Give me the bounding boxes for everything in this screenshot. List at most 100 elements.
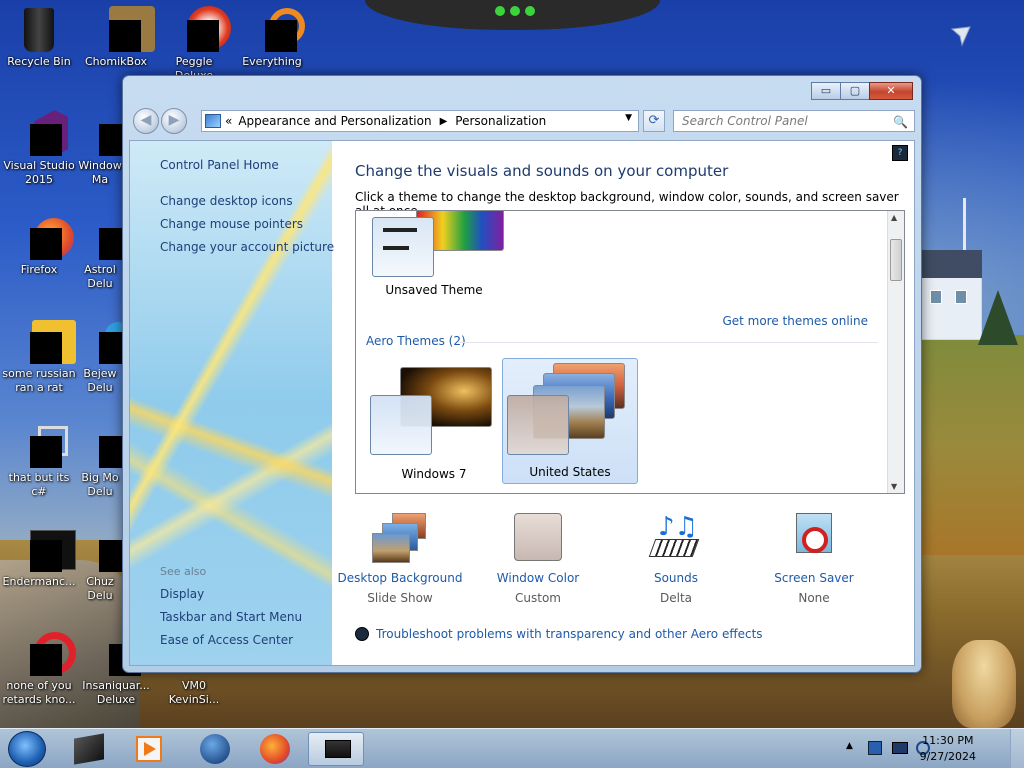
- copy-icon: [16, 422, 68, 468]
- wallpaper-window: [930, 290, 942, 304]
- desktop-background-icon: [370, 513, 430, 565]
- help-icon[interactable]: ?: [892, 145, 908, 161]
- taskbar-start-menu-link[interactable]: Taskbar and Start Menu: [160, 610, 302, 624]
- desktop-icon-firefox[interactable]: Firefox: [0, 214, 78, 277]
- desktop-icon-none-of-you[interactable]: none of you retards kno...: [0, 630, 78, 707]
- page-title: Change the visuals and sounds on your co…: [355, 162, 729, 180]
- window-color-icon: [508, 513, 568, 565]
- monitor-icon[interactable]: [892, 742, 908, 754]
- desktop-icon-some-russian[interactable]: some russian ran a rat: [0, 318, 78, 395]
- search-input[interactable]: Search Control Panel 🔍: [673, 110, 915, 132]
- after-effects-icon: [16, 318, 76, 364]
- unsaved-theme-window: [372, 217, 434, 277]
- status-dot: [525, 6, 535, 16]
- breadcrumb-separator-icon[interactable]: ▶: [440, 116, 448, 127]
- change-account-picture-link[interactable]: Change your account picture: [160, 240, 334, 254]
- wallpaper-hill: [920, 335, 1024, 555]
- opera-icon: [16, 630, 76, 676]
- network-icon[interactable]: [868, 741, 882, 755]
- start-button[interactable]: [8, 731, 46, 767]
- desktop-background-link[interactable]: Desktop Background: [330, 571, 470, 585]
- get-more-themes-link[interactable]: Get more themes online: [722, 314, 868, 328]
- maximize-button[interactable]: ▢: [840, 82, 870, 100]
- clock[interactable]: 11:30 PM 9/27/2024: [920, 733, 976, 765]
- window-color-link[interactable]: Window Color: [468, 571, 608, 585]
- search-placeholder: Search Control Panel: [682, 114, 808, 128]
- search-icon[interactable]: 🔍: [893, 112, 908, 132]
- scroll-thumb[interactable]: [890, 239, 902, 281]
- address-dropdown-icon[interactable]: ▼: [625, 113, 632, 123]
- sounds-link[interactable]: Sounds: [606, 571, 746, 585]
- status-dot: [510, 6, 520, 16]
- refresh-button[interactable]: ⟳: [643, 110, 665, 132]
- desktop-icon-big-mo-deluxe[interactable]: Big Mo Delu: [70, 422, 131, 499]
- tray-expand-icon[interactable]: ▲: [846, 741, 853, 751]
- change-desktop-icons-link[interactable]: Change desktop icons: [160, 194, 293, 208]
- desktop-icon-label: Astrol Delu: [84, 263, 116, 290]
- desktop-background-value: Slide Show: [367, 591, 433, 605]
- minimize-button[interactable]: ▭: [811, 82, 841, 100]
- windows7-color-thumb: [370, 395, 432, 455]
- taskbar-firefox[interactable]: [246, 732, 302, 766]
- app-icon: [77, 526, 131, 572]
- window-color-item[interactable]: Window Color Custom: [468, 513, 608, 605]
- screen-saver-value: None: [798, 591, 830, 605]
- top-notch: [365, 0, 660, 30]
- desktop-icon-chomikbox[interactable]: ChomikBox: [77, 6, 155, 69]
- taskbar-app-cube[interactable]: [62, 732, 118, 766]
- show-desktop-button[interactable]: [1010, 729, 1024, 768]
- desktop-icon-label: none of you retards kno...: [2, 679, 76, 706]
- ease-of-access-link[interactable]: Ease of Access Center: [160, 633, 293, 647]
- breadcrumb-personalization[interactable]: Personalization: [455, 114, 546, 128]
- desktop-icon-label: Everything: [242, 55, 302, 68]
- change-mouse-pointers-link[interactable]: Change mouse pointers: [160, 217, 303, 231]
- scroll-down-icon[interactable]: ▼: [891, 482, 897, 491]
- breadcrumb-chevrons[interactable]: «: [225, 114, 232, 128]
- display-link[interactable]: Display: [160, 587, 204, 601]
- troubleshoot-link[interactable]: Troubleshoot problems with transparency …: [355, 627, 763, 641]
- desktop-icon-everything[interactable]: Everything: [233, 6, 311, 69]
- desktop-icon-peggle-deluxe[interactable]: Peggle Deluxe: [155, 6, 233, 83]
- status-dot: [495, 6, 505, 16]
- desktop-icon-astrol-deluxe[interactable]: Astrol Delu: [70, 214, 131, 291]
- troubleshoot-label[interactable]: Troubleshoot problems with transparency …: [376, 627, 763, 641]
- desktop-icon-recycle-bin[interactable]: Recycle Bin: [0, 6, 78, 69]
- paper-plane-icon: [950, 26, 971, 47]
- scroll-up-icon[interactable]: ▲: [891, 213, 897, 222]
- theme-unsaved[interactable]: Unsaved Theme: [366, 211, 504, 331]
- themes-list[interactable]: Unsaved Theme Get more themes online Aer…: [355, 210, 905, 494]
- desktop-icon-bejew-deluxe[interactable]: Bejew Delu: [70, 318, 131, 395]
- terminal-icon: [16, 526, 76, 572]
- control-panel-home-link[interactable]: Control Panel Home: [160, 158, 279, 172]
- theme-windows-7[interactable]: Windows 7: [366, 359, 502, 485]
- screen-saver-item[interactable]: Screen Saver None: [744, 513, 884, 605]
- desktop-icon-label: Visual Studio 2015: [3, 159, 75, 186]
- screen-saver-link[interactable]: Screen Saver: [744, 571, 884, 585]
- taskbar-media-player[interactable]: [120, 732, 176, 766]
- breadcrumb-appearance[interactable]: Appearance and Personalization: [238, 114, 431, 128]
- desktop-icon-visual-studio[interactable]: Visual Studio 2015: [0, 110, 78, 187]
- everything-icon: [249, 6, 305, 52]
- desktop-icon-chuz-deluxe[interactable]: Chuz Delu: [70, 526, 131, 603]
- desktop-icon-label: Endermanc...: [2, 575, 76, 588]
- taskbar-control-panel[interactable]: [308, 732, 364, 766]
- troubleshoot-icon: [355, 627, 369, 641]
- desktop-background-item[interactable]: Desktop Background Slide Show: [330, 513, 470, 605]
- address-bar[interactable]: « Appearance and Personalization ▶ Perso…: [201, 110, 639, 132]
- recycle-bin-icon: [16, 6, 62, 52]
- clock-time: 11:30 PM: [922, 734, 974, 747]
- close-button[interactable]: ✕: [869, 82, 913, 100]
- theme-united-states[interactable]: United States: [502, 358, 638, 484]
- us-color-thumb: [507, 395, 569, 455]
- sounds-icon: ♪♫: [646, 513, 706, 565]
- desktop-icon-window-ma[interactable]: Window Ma: [70, 110, 131, 187]
- taskbar-globe[interactable]: [186, 732, 242, 766]
- forward-button[interactable]: ▶: [161, 108, 187, 134]
- themes-scrollbar[interactable]: ▲ ▼: [887, 211, 904, 493]
- desktop-icon-that-but-csharp[interactable]: that but its c#: [0, 422, 78, 499]
- back-button[interactable]: ◀: [133, 108, 159, 134]
- desktop-icon-label: some russian ran a rat: [2, 367, 76, 394]
- theme-label: United States: [529, 465, 611, 479]
- sounds-item[interactable]: ♪♫ Sounds Delta: [606, 513, 746, 605]
- desktop-icon-endermanch[interactable]: Endermanc...: [0, 526, 78, 589]
